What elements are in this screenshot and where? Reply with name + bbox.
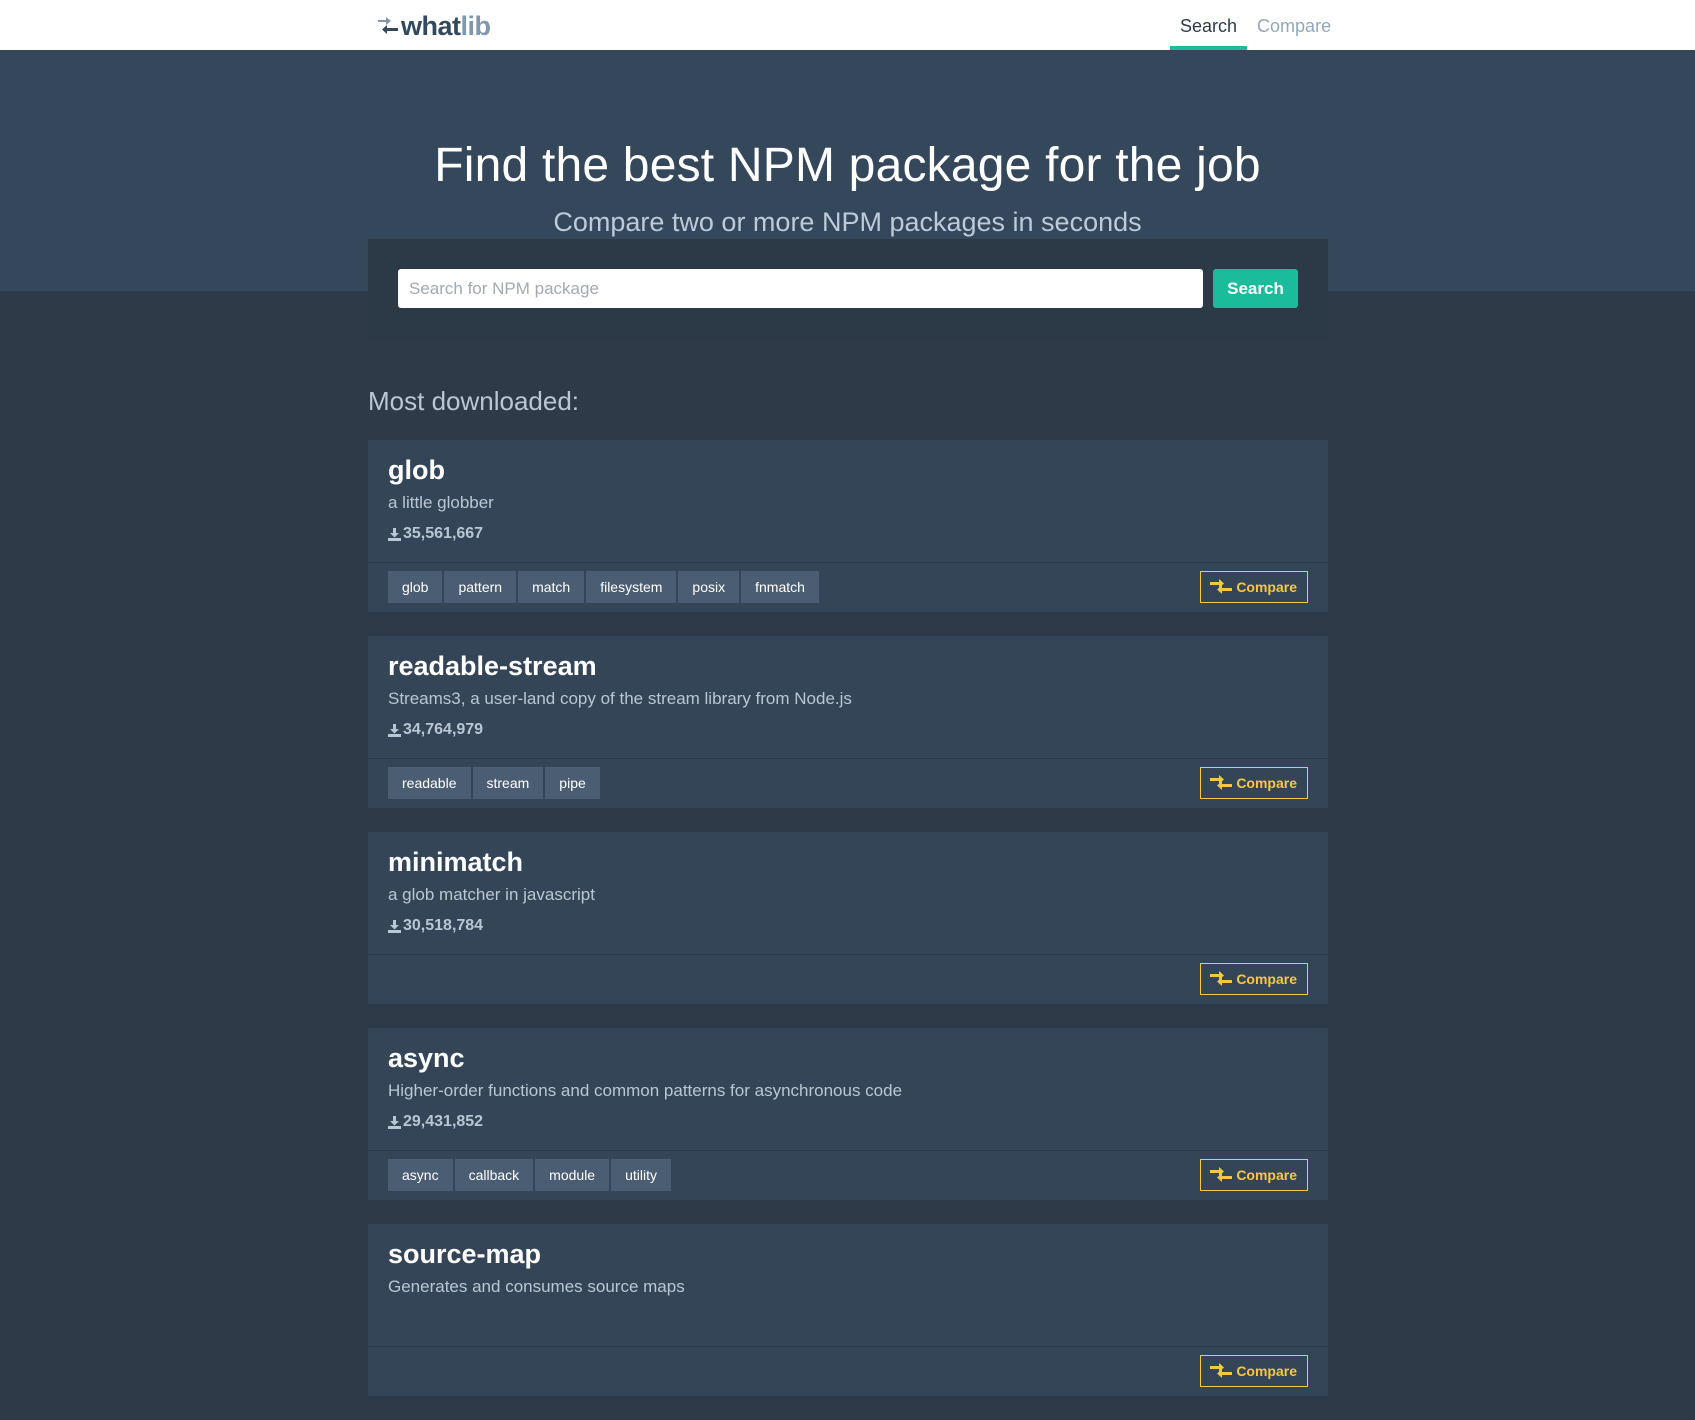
package-card: readable-stream Streams3, a user-land cop…	[368, 636, 1328, 808]
tag[interactable]: posix	[678, 571, 740, 603]
compare-button[interactable]: Compare	[1200, 767, 1308, 799]
hero-title: Find the best NPM package for the job	[434, 139, 1261, 192]
package-description: a glob matcher in javascript	[388, 885, 595, 904]
package-name[interactable]: minimatch	[388, 844, 1308, 880]
package-footer: Compare	[368, 1346, 1328, 1396]
compare-button-label: Compare	[1236, 579, 1297, 595]
package-info: source-map Generates and consumes source …	[368, 1224, 1328, 1346]
package-info: readable-stream Streams3, a user-land cop…	[368, 636, 1328, 758]
whatlib-arrows-icon	[378, 17, 398, 34]
package-footer: readable stream pipe Compare	[368, 758, 1328, 808]
main-nav: Search Compare	[1170, 0, 1341, 50]
compare-button-label: Compare	[1236, 971, 1297, 987]
package-list: glob a little globber 35,561,667 glob patter…	[368, 440, 1328, 1420]
tag-list: readable stream pipe	[388, 767, 600, 799]
tag[interactable]: fnmatch	[741, 571, 819, 603]
package-description: Streams3, a user-land copy of the stream…	[388, 689, 852, 708]
package-footer: async callback module utility Compare	[368, 1150, 1328, 1200]
list-title: Most downloaded:	[368, 386, 580, 416]
tag[interactable]: module	[535, 1159, 610, 1191]
compare-arrows-icon	[1210, 775, 1233, 790]
nav-compare[interactable]: Compare	[1247, 0, 1341, 50]
download-count-value: 30,518,784	[403, 917, 484, 934]
download-icon	[388, 723, 401, 737]
package-description: a little globber	[388, 493, 494, 512]
tag[interactable]: match	[518, 571, 585, 603]
whatlib-logo[interactable]: whatlib	[376, 10, 491, 42]
package-footer: glob pattern match filesystem posix fnmatch Co…	[368, 562, 1328, 612]
search-input[interactable]	[398, 269, 1203, 308]
compare-button[interactable]: Compare	[1200, 1355, 1308, 1387]
compare-arrows-icon	[1210, 971, 1233, 986]
download-count-value: 35,561,667	[403, 525, 484, 542]
package-card: source-map Generates and consumes source …	[368, 1224, 1328, 1396]
logo-what: what	[401, 10, 461, 41]
compare-button[interactable]: Compare	[1200, 1159, 1308, 1191]
compare-arrows-icon	[1210, 1363, 1233, 1378]
package-name[interactable]: source-map	[388, 1236, 1308, 1272]
package-footer: Compare	[368, 954, 1328, 1004]
download-count: 30,518,784	[388, 910, 1308, 942]
tag[interactable]: glob	[388, 571, 443, 603]
download-icon	[388, 527, 401, 541]
tag-list: async callback module utility	[388, 1159, 671, 1191]
tag[interactable]: pipe	[545, 767, 600, 799]
download-count-value: 34,764,979	[403, 721, 484, 738]
package-card: async Higher-order functions and common p…	[368, 1028, 1328, 1200]
logo-text: whatlib	[401, 11, 491, 42]
tag[interactable]: readable	[388, 767, 471, 799]
search-panel: Search	[368, 239, 1328, 339]
package-info: minimatch a glob matcher in javascript 30,…	[368, 832, 1328, 954]
tag[interactable]: utility	[611, 1159, 671, 1191]
search-button[interactable]: Search	[1213, 269, 1298, 308]
compare-button-label: Compare	[1236, 1363, 1297, 1379]
package-name[interactable]: async	[388, 1040, 1308, 1076]
tag[interactable]: filesystem	[586, 571, 677, 603]
top-navbar: whatlib Search Compare	[0, 0, 1695, 50]
package-name[interactable]: glob	[388, 452, 1308, 488]
package-info: glob a little globber 35,561,667	[368, 440, 1328, 562]
package-description: Higher-order functions and common patter…	[388, 1081, 903, 1100]
tag[interactable]: callback	[454, 1159, 534, 1191]
download-count: 29,431,852	[388, 1106, 1308, 1138]
download-icon	[388, 919, 401, 933]
compare-button-label: Compare	[1236, 1167, 1297, 1183]
download-icon	[388, 1115, 401, 1129]
package-description: Generates and consumes source maps	[388, 1277, 685, 1296]
nav-search[interactable]: Search	[1170, 0, 1248, 50]
compare-button[interactable]: Compare	[1200, 963, 1308, 995]
tag[interactable]: async	[388, 1159, 453, 1191]
compare-arrows-icon	[1210, 1167, 1233, 1182]
compare-button[interactable]: Compare	[1200, 571, 1308, 603]
package-card: glob a little globber 35,561,667 glob patter…	[368, 440, 1328, 612]
tag[interactable]: pattern	[444, 571, 517, 603]
tag[interactable]: stream	[472, 767, 544, 799]
download-count: 34,764,979	[388, 714, 1308, 746]
download-count-value: 29,431,852	[403, 1113, 484, 1130]
tag-list: glob pattern match filesystem posix fnmatch	[388, 571, 819, 603]
logo-lib: lib	[460, 10, 492, 41]
package-name[interactable]: readable-stream	[388, 648, 1308, 684]
compare-button-label: Compare	[1236, 775, 1297, 791]
download-count: 35,561,667	[388, 518, 1308, 550]
compare-arrows-icon	[1210, 579, 1233, 594]
hero-subtitle: Compare two or more NPM packages in seco…	[553, 207, 1142, 237]
package-info: async Higher-order functions and common p…	[368, 1028, 1328, 1150]
package-card: minimatch a glob matcher in javascript 30,…	[368, 832, 1328, 1004]
